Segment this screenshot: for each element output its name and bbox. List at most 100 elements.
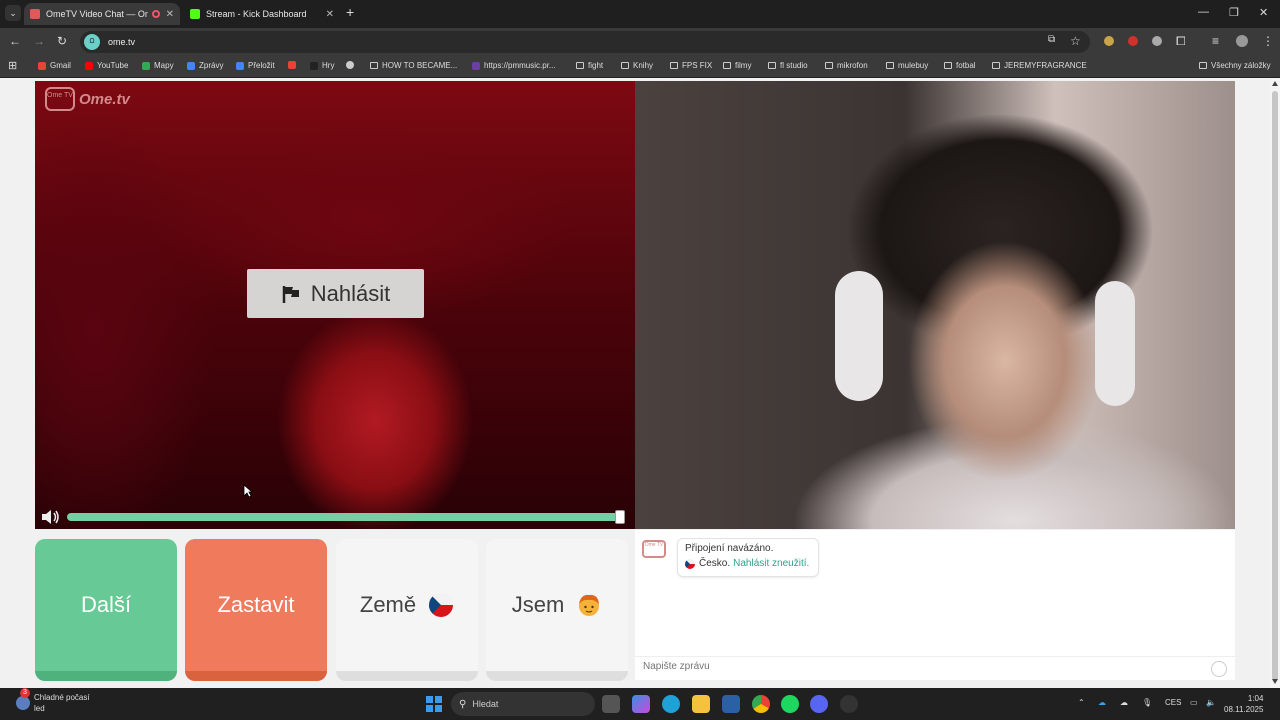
bookmark-pmmusic[interactable]: https://pmmusic.pr... [472, 61, 556, 70]
bookmark-folder[interactable]: JEREMYFRAGRANCE [992, 61, 1087, 70]
file-explorer-icon[interactable] [692, 695, 710, 713]
bookmark-folder[interactable]: FPS FIX [670, 61, 712, 70]
chrome-icon[interactable] [752, 695, 770, 713]
taskbar-clock[interactable]: 1:04 08.11.2025 [1224, 693, 1263, 715]
maximize-icon[interactable]: ❐ [1229, 6, 1239, 19]
gmail-icon [38, 61, 46, 70]
bookmark-mapy[interactable]: Mapy [142, 61, 174, 70]
language-indicator[interactable]: CES [1165, 698, 1181, 707]
gender-button[interactable]: Jsem [486, 539, 628, 681]
country-button[interactable]: Země [336, 539, 478, 681]
report-button[interactable]: Nahlásit [247, 269, 424, 318]
apps-grid-icon[interactable]: ⊞ [8, 59, 17, 72]
connection-status: Připojení navázáno. [685, 543, 774, 554]
folder-icon [992, 62, 1000, 69]
forward-icon[interactable]: → [33, 34, 45, 48]
page-scrollbar[interactable] [1270, 79, 1280, 688]
next-button[interactable]: Další [35, 539, 177, 681]
bookmark-folder[interactable]: fight [576, 61, 603, 70]
bookmark-prelozit[interactable]: Přeložit [236, 61, 275, 70]
microphone-icon[interactable]: 🎙 [1142, 698, 1152, 707]
scroll-up-icon[interactable] [1272, 81, 1278, 86]
ometv-chat-avatar: Ome TV [642, 540, 666, 558]
stop-button[interactable]: Zastavit [185, 539, 327, 681]
time: 1:04 [1247, 694, 1264, 703]
maps-icon [142, 61, 150, 70]
install-app-icon[interactable]: ⧉ [1048, 34, 1055, 45]
weather-detail: led [34, 704, 45, 713]
extension-icon[interactable] [1104, 36, 1114, 46]
close-window-icon[interactable]: ✕ [1259, 6, 1268, 19]
partner-country: Česko. [699, 558, 731, 569]
windows-start-icon[interactable] [426, 696, 442, 712]
edge-icon[interactable] [662, 695, 680, 713]
czech-flag-icon [685, 558, 695, 569]
back-icon[interactable]: ← [9, 34, 21, 48]
site-info-icon[interactable]: Ω [84, 34, 100, 50]
profile-avatar-icon[interactable] [1236, 35, 1248, 47]
task-view-icon[interactable] [602, 695, 620, 713]
new-tab-icon[interactable]: + [346, 4, 354, 20]
tab-kick[interactable]: Stream - Kick Dashboard ✕ [184, 3, 340, 25]
extension-icon[interactable] [1128, 36, 1138, 46]
taskbar-search[interactable]: ⚲ Hledat [451, 692, 595, 716]
globe-icon [346, 61, 354, 69]
volume-slider[interactable] [67, 513, 623, 521]
store-icon[interactable] [722, 695, 740, 713]
all-bookmarks[interactable]: Všechny záložky [1199, 61, 1271, 70]
folder-icon [886, 62, 894, 69]
onedrive-icon[interactable]: ☁ [1098, 698, 1106, 707]
bookmark-folder[interactable]: mikrofon [825, 61, 868, 70]
discord-icon[interactable] [810, 695, 828, 713]
speaker-icon[interactable]: 🔈 [1206, 698, 1216, 707]
network-icon[interactable]: ▭ [1190, 698, 1198, 707]
bookmark-gmail[interactable]: Gmail [38, 61, 71, 70]
bookmark-folder[interactable]: filmy [723, 61, 751, 70]
bookmark-folder[interactable]: Knihy [621, 61, 653, 70]
bookmark-hry[interactable]: Hry [310, 61, 334, 70]
date: 08.11.2025 [1224, 705, 1264, 714]
bookmark-mail[interactable] [288, 61, 300, 69]
bookmark-folder[interactable]: fotbal [944, 61, 976, 70]
weather-widget[interactable]: 3 Chladné počasí led [16, 688, 90, 714]
extensions-puzzle-icon[interactable]: ⧠ [1176, 34, 1186, 49]
emoji-picker-icon[interactable] [1211, 661, 1227, 677]
system-message: Připojení navázáno. Česko. Nahlásit zneu… [677, 538, 819, 577]
bookmark-star-icon[interactable]: ☆ [1070, 34, 1081, 48]
bookmark-youtube[interactable]: YouTube [85, 61, 128, 70]
spotify-icon[interactable] [781, 695, 799, 713]
report-abuse-link[interactable]: Nahlásit zneužití. [733, 558, 809, 569]
tab-ometv[interactable]: OmeTV Video Chat — Ome ✕ [24, 3, 180, 25]
bookmark-folder[interactable]: mulebuy [886, 61, 928, 70]
folder-icon [1199, 62, 1207, 69]
close-tab-icon[interactable]: ✕ [326, 9, 334, 20]
volume-slider-handle[interactable] [615, 510, 625, 524]
scroll-down-icon[interactable] [1272, 679, 1278, 684]
scrollbar-thumb[interactable] [1272, 91, 1278, 681]
minimize-icon[interactable]: — [1198, 6, 1209, 18]
search-icon: ⚲ [459, 698, 467, 710]
tv-icon: Ome TV [45, 87, 75, 111]
volume-icon[interactable] [41, 509, 61, 525]
bookmark-folder[interactable]: fl studio [768, 61, 808, 70]
cloud-icon[interactable]: ☁ [1120, 698, 1128, 707]
tab-search-button[interactable]: ⌄ [5, 5, 21, 21]
games-icon [310, 61, 318, 70]
bookmark-globe[interactable] [346, 61, 358, 69]
reload-icon[interactable]: ↻ [57, 34, 67, 48]
extension-icon[interactable] [1152, 36, 1162, 46]
app-icon[interactable] [840, 695, 858, 713]
bookmark-folder[interactable]: HOW TO BECAME... [370, 61, 457, 70]
tray-chevron-icon[interactable]: ⌃ [1078, 698, 1085, 707]
folder-icon [370, 62, 378, 69]
stop-label: Zastavit [217, 592, 295, 617]
self-video [635, 81, 1235, 529]
chat-message-input[interactable] [643, 661, 1203, 672]
bookmark-zpravy[interactable]: Zprávy [187, 61, 223, 70]
browser-menu-icon[interactable]: ⋮ [1262, 34, 1274, 48]
reading-list-icon[interactable]: ≡ [1212, 34, 1219, 48]
copilot-icon[interactable] [632, 695, 650, 713]
close-tab-icon[interactable]: ✕ [166, 9, 174, 20]
address-bar[interactable]: Ω ome.tv [80, 31, 1090, 53]
tab-strip: ⌄ OmeTV Video Chat — Ome ✕ Stream - Kick… [0, 0, 1280, 28]
